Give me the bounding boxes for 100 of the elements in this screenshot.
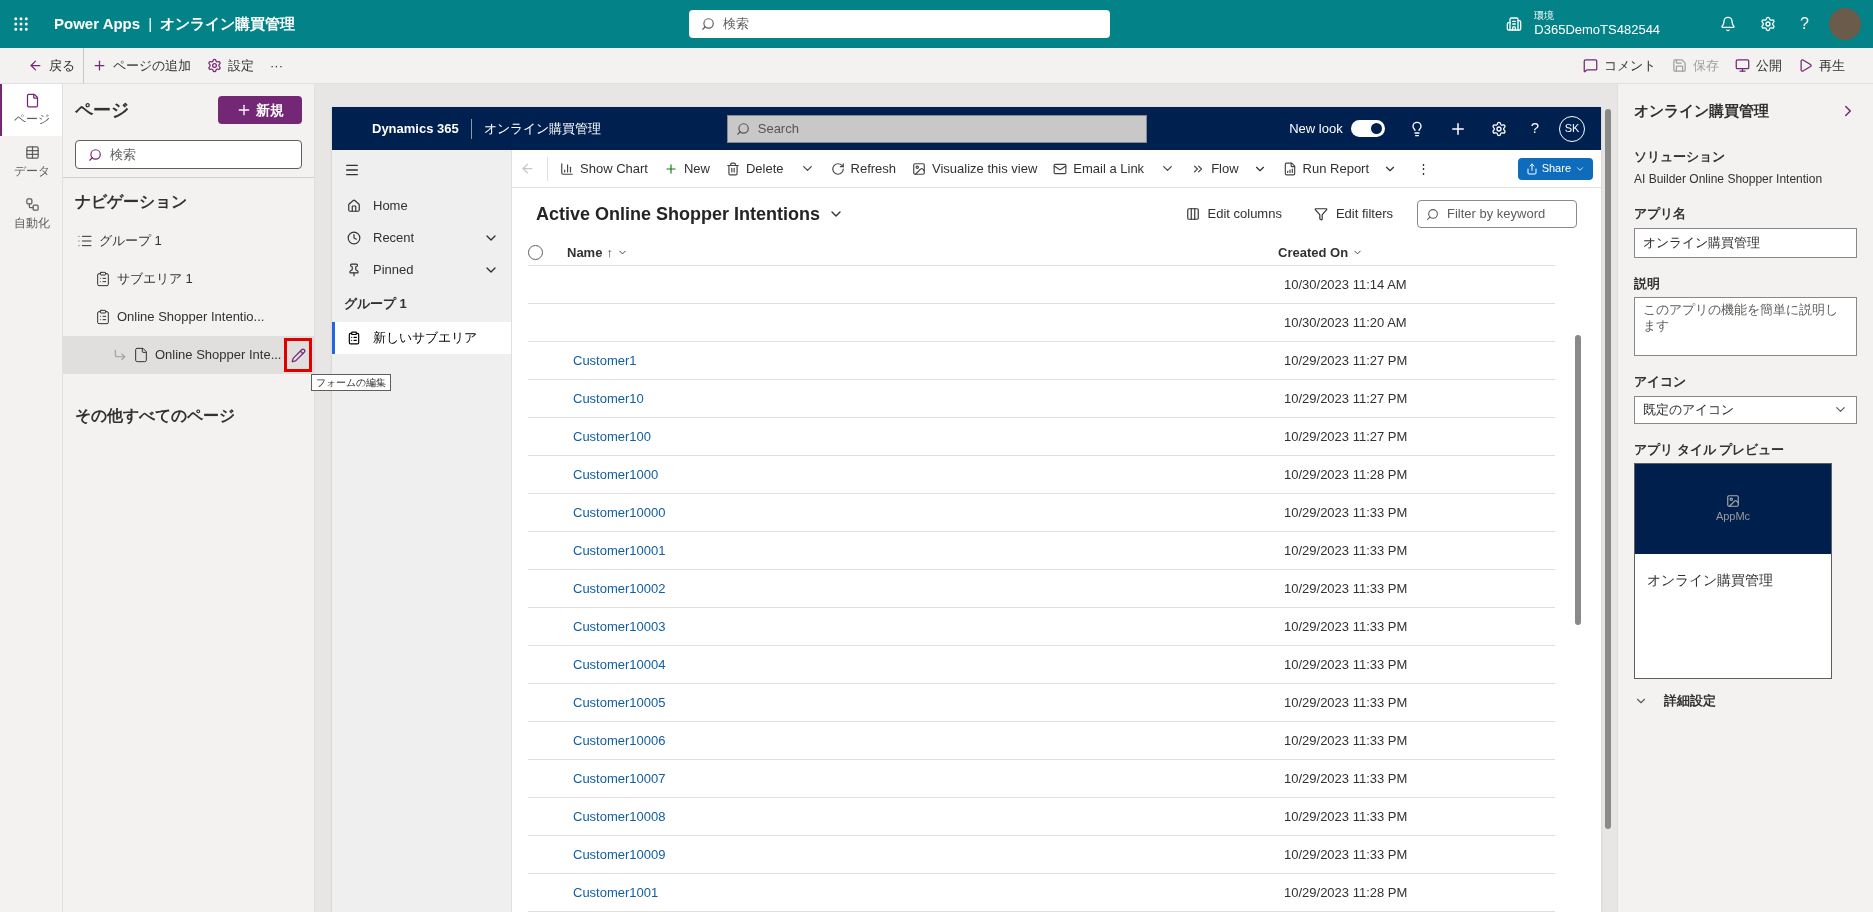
command-button[interactable]: 再生 — [1790, 48, 1853, 83]
table-cell-text: 10/29/2023 11:33 PM — [1284, 655, 1408, 674]
name-link[interactable]: Customer1 — [573, 352, 637, 368]
view-title[interactable]: Active Online Shopper Intentions — [536, 200, 821, 228]
product-name: Power Apps — [54, 13, 141, 34]
icon-dropdown[interactable]: 既定のアイコン — [1634, 395, 1857, 424]
tree-item[interactable]: Online Shopper Intentio... — [63, 298, 314, 336]
subarea-icon — [95, 271, 111, 287]
table-cell-text: 10/29/2023 11:33 PM — [1284, 807, 1408, 826]
command-button[interactable]: 公開 — [1727, 48, 1790, 83]
name-link[interactable]: Customer100 — [573, 428, 652, 444]
table-cell-text: 10/29/2023 11:27 PM — [1284, 351, 1408, 370]
command-button[interactable]: Show Chart — [552, 150, 656, 187]
scrollbar[interactable] — [1575, 335, 1581, 625]
sitemap-item[interactable]: Pinned — [332, 254, 511, 286]
rail-item[interactable]: ページ — [0, 84, 62, 136]
sitemap-item[interactable]: Home — [332, 190, 511, 222]
delete-icon — [725, 161, 740, 176]
columns-icon — [1185, 207, 1200, 221]
command-button[interactable]: Visualize this view — [904, 150, 1046, 187]
share-icon — [1525, 162, 1538, 175]
report-icon — [1282, 161, 1297, 176]
table-cell-text: 10/29/2023 11:33 PM — [1284, 503, 1408, 522]
name-link[interactable]: Customer10002 — [573, 580, 666, 596]
command-button[interactable]: New — [655, 150, 718, 187]
table-cell-text: 10/30/2023 11:20 AM — [1284, 313, 1407, 332]
column-header[interactable]: Name ↑ — [567, 242, 1278, 263]
rail-item[interactable]: 自動化 — [0, 188, 62, 240]
app-launcher-icon[interactable] — [12, 15, 30, 33]
settings-icon[interactable] — [1490, 120, 1507, 137]
help-button[interactable]: ? — [1530, 117, 1539, 140]
panel-title: ページ — [75, 98, 129, 122]
command-button[interactable]: コメント — [1575, 48, 1664, 83]
navigation-heading: ナビゲーション — [74, 192, 188, 212]
command-button[interactable]: 設定 — [199, 48, 262, 83]
name-link[interactable]: Customer10008 — [573, 808, 666, 824]
sitemap-item[interactable]: Recent — [332, 222, 511, 254]
field-label: ソリューション — [1634, 147, 1726, 166]
command-button[interactable]: Run Report — [1274, 150, 1406, 187]
group-icon — [77, 233, 93, 249]
app-name-field[interactable]: オンライン購買管理 — [1634, 227, 1857, 258]
visualize-icon — [912, 161, 927, 176]
edit-filters-button[interactable]: Edit filters — [1313, 204, 1393, 224]
sitemap-group: グループ 1 — [332, 286, 511, 322]
plus-icon — [236, 102, 252, 118]
command-button[interactable]: ページの追加 — [83, 48, 199, 83]
publish-icon — [1735, 58, 1750, 73]
sitemap-item[interactable]: 新しいサブエリア — [332, 322, 511, 354]
page-icon — [133, 347, 149, 363]
environment-name[interactable]: D365DemoTS482544 — [1534, 22, 1661, 39]
search-placeholder: Search — [757, 119, 799, 138]
solution-name: AI Builder Online Shopper Intention — [1634, 171, 1824, 188]
notifications-icon[interactable] — [1720, 16, 1737, 32]
name-link[interactable]: Customer10 — [573, 390, 644, 406]
name-link[interactable]: Customer10006 — [573, 732, 666, 748]
share-button[interactable]: Share — [1517, 157, 1593, 180]
edit-columns-button[interactable]: Edit columns — [1185, 204, 1282, 224]
add-icon — [92, 58, 107, 73]
name-link[interactable]: Customer10000 — [573, 504, 666, 520]
filter-field[interactable]: Filter by keyword — [1417, 200, 1577, 228]
tree-label: グループ 1 — [99, 232, 162, 251]
command-button[interactable]: ··· — [262, 48, 291, 83]
search-field[interactable]: 検索 — [689, 10, 1111, 38]
name-link[interactable]: Customer10005 — [573, 694, 666, 710]
subarea-icon — [95, 309, 111, 325]
menu-icon[interactable] — [344, 162, 360, 178]
field-label: アプリ名 — [1634, 205, 1687, 223]
column-header[interactable]: Created On — [1278, 242, 1364, 263]
rail-item[interactable]: データ — [0, 136, 62, 188]
command-button[interactable]: Delete — [717, 150, 792, 187]
name-link[interactable]: Customer10007 — [573, 770, 666, 786]
scrollbar[interactable] — [1605, 109, 1611, 829]
tree-item[interactable]: サブエリア 1 — [63, 260, 314, 298]
search-icon — [735, 121, 750, 136]
search-field[interactable]: Search — [726, 114, 1147, 143]
name-link[interactable]: Customer10004 — [573, 656, 666, 672]
name-link[interactable]: Customer10001 — [573, 542, 666, 558]
tile-name: オンライン購買管理 — [1646, 571, 1774, 590]
description-field[interactable]: このアプリの機能を簡単に説明します — [1634, 297, 1857, 356]
advanced-settings-toggle[interactable]: 詳細設定 — [1634, 691, 1857, 711]
edit-form-button[interactable] — [284, 338, 312, 372]
tree-item[interactable]: グループ 1 — [63, 222, 314, 260]
help-button[interactable]: ? — [1800, 12, 1809, 36]
new-button[interactable]: 新規 — [218, 96, 302, 124]
command-button[interactable]: Email a Link — [1045, 150, 1153, 187]
refresh-icon — [830, 161, 845, 176]
name-link[interactable]: Customer10003 — [573, 618, 666, 634]
play-icon — [1798, 58, 1813, 73]
command-button[interactable]: Refresh — [822, 150, 905, 187]
pages-search-field[interactable]: 検索 — [75, 140, 302, 169]
select-all-checkbox[interactable] — [528, 245, 543, 260]
new-look-toggle[interactable] — [1350, 120, 1385, 137]
command-button[interactable]: Flow — [1183, 150, 1275, 187]
command-button[interactable]: 戻る — [20, 48, 83, 83]
name-link[interactable]: Customer1001 — [573, 884, 659, 900]
name-link[interactable]: Customer1000 — [573, 466, 659, 482]
chart-icon — [560, 161, 574, 176]
table-cell-text: 10/29/2023 11:33 PM — [1284, 541, 1408, 560]
name-link[interactable]: Customer10009 — [573, 846, 666, 862]
more-button[interactable]: ⋮ — [1417, 158, 1431, 179]
